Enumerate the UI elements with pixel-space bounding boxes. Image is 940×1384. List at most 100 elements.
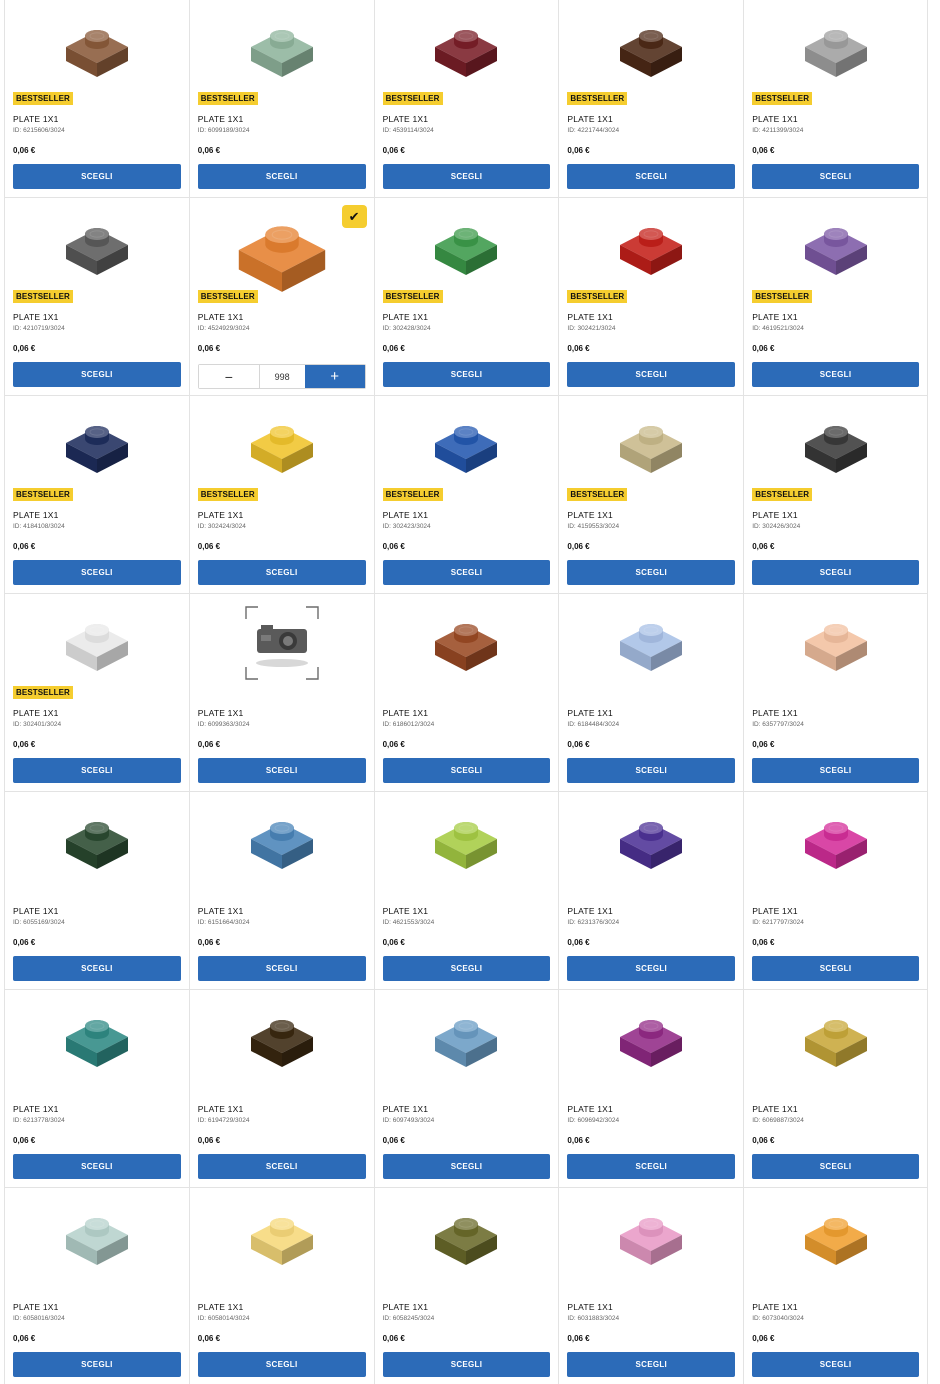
product-title[interactable]: PLATE 1X1	[752, 114, 798, 124]
product-title[interactable]: PLATE 1X1	[383, 708, 429, 718]
choose-button[interactable]: SCEGLI	[382, 362, 551, 387]
product-title[interactable]: PLATE 1X1	[752, 1104, 798, 1114]
product-card[interactable]: BESTSELLER PLATE 1X1 ID: 302421/3024 0,06 €…	[558, 198, 744, 396]
product-image[interactable]	[433, 613, 499, 673]
product-card[interactable]: BESTSELLER PLATE 1X1 ID: 302401/3024 0,06 €…	[4, 594, 189, 792]
choose-button[interactable]: SCEGLI	[13, 1352, 181, 1377]
choose-button[interactable]: SCEGLI	[13, 758, 181, 783]
product-card[interactable]: BESTSELLER PLATE 1X1 ID: 4619521/3024 0,06 …	[743, 198, 928, 396]
product-card[interactable]: BESTSELLER PLATE 1X1 ID: 6099189/3024 0,06 …	[188, 0, 374, 198]
product-card[interactable]: PLATE 1X1 ID: 6058016/3024 0,06 € SCEGLI	[4, 1188, 189, 1384]
choose-button[interactable]: SCEGLI	[752, 1352, 919, 1377]
product-image[interactable]	[249, 811, 315, 871]
choose-button[interactable]: SCEGLI	[197, 758, 366, 783]
product-title[interactable]: PLATE 1X1	[13, 312, 59, 322]
product-card[interactable]: PLATE 1X1 ID: 6058245/3024 0,06 € SCEGLI	[373, 1188, 559, 1384]
product-card[interactable]: BESTSELLER PLATE 1X1 ID: 302426/3024 0,06 €…	[743, 396, 928, 594]
product-card[interactable]: PLATE 1X1 ID: 6099363/3024 0,06 € SCEGLI	[188, 594, 374, 792]
product-title[interactable]: PLATE 1X1	[383, 1104, 429, 1114]
choose-button[interactable]: SCEGLI	[13, 164, 181, 189]
product-title[interactable]: PLATE 1X1	[567, 1104, 613, 1114]
product-title[interactable]: PLATE 1X1	[198, 510, 244, 520]
choose-button[interactable]: SCEGLI	[567, 362, 736, 387]
product-image[interactable]	[803, 217, 869, 277]
product-card[interactable]: PLATE 1X1 ID: 6069887/3024 0,06 € SCEGLI	[743, 990, 928, 1188]
choose-button[interactable]: SCEGLI	[197, 560, 366, 585]
product-image[interactable]	[618, 415, 684, 475]
product-card[interactable]: BESTSELLER PLATE 1X1 ID: 302423/3024 0,06 €…	[373, 396, 559, 594]
choose-button[interactable]: SCEGLI	[567, 164, 736, 189]
product-title[interactable]: PLATE 1X1	[383, 312, 429, 322]
product-image[interactable]	[803, 19, 869, 79]
product-image[interactable]	[433, 1207, 499, 1267]
product-card[interactable]: BESTSELLER PLATE 1X1 ID: 4210719/3024 0,06 …	[4, 198, 189, 396]
product-title[interactable]: PLATE 1X1	[13, 708, 59, 718]
product-image[interactable]	[64, 613, 130, 673]
product-image[interactable]	[64, 415, 130, 475]
product-title[interactable]: PLATE 1X1	[567, 906, 613, 916]
product-title[interactable]: PLATE 1X1	[752, 510, 798, 520]
quantity-stepper[interactable]: − 998 +	[197, 364, 366, 389]
choose-button[interactable]: SCEGLI	[752, 164, 919, 189]
product-image[interactable]	[618, 217, 684, 277]
product-title[interactable]: PLATE 1X1	[383, 906, 429, 916]
product-card[interactable]: BESTSELLER PLATE 1X1 ID: 6215606/3024 0,06 …	[4, 0, 189, 198]
product-title[interactable]: PLATE 1X1	[567, 114, 613, 124]
product-title[interactable]: PLATE 1X1	[198, 114, 244, 124]
choose-button[interactable]: SCEGLI	[567, 560, 736, 585]
choose-button[interactable]: SCEGLI	[382, 1154, 551, 1179]
product-title[interactable]: PLATE 1X1	[752, 312, 798, 322]
product-image[interactable]	[618, 19, 684, 79]
product-title[interactable]: PLATE 1X1	[567, 510, 613, 520]
product-card[interactable]: PLATE 1X1 ID: 6213778/3024 0,06 € SCEGLI	[4, 990, 189, 1188]
product-title[interactable]: PLATE 1X1	[567, 708, 613, 718]
product-card[interactable]: PLATE 1X1 ID: 6151664/3024 0,06 € SCEGLI	[188, 792, 374, 990]
product-card[interactable]: ✔ BESTSELLER PLATE 1X1 ID: 4524929/3024 0,06…	[188, 198, 374, 396]
product-image[interactable]	[64, 1009, 130, 1069]
product-card[interactable]: PLATE 1X1 ID: 6231376/3024 0,06 € SCEGLI	[558, 792, 744, 990]
product-title[interactable]: PLATE 1X1	[198, 1302, 244, 1312]
product-card[interactable]: BESTSELLER PLATE 1X1 ID: 4539114/3024 0,06 …	[373, 0, 559, 198]
product-image[interactable]	[618, 1009, 684, 1069]
choose-button[interactable]: SCEGLI	[752, 560, 919, 585]
product-title[interactable]: PLATE 1X1	[383, 114, 429, 124]
product-title[interactable]: PLATE 1X1	[198, 312, 244, 322]
product-image[interactable]	[64, 1207, 130, 1267]
choose-button[interactable]: SCEGLI	[752, 362, 919, 387]
product-title[interactable]: PLATE 1X1	[13, 510, 59, 520]
product-card[interactable]: BESTSELLER PLATE 1X1 ID: 4159553/3024 0,06 …	[558, 396, 744, 594]
product-title[interactable]: PLATE 1X1	[13, 114, 59, 124]
product-card[interactable]: PLATE 1X1 ID: 6031883/3024 0,06 € SCEGLI	[558, 1188, 743, 1384]
product-card[interactable]: BESTSELLER PLATE 1X1 ID: 4184108/3024 0,06 …	[4, 396, 189, 594]
product-image[interactable]	[433, 415, 499, 475]
choose-button[interactable]: SCEGLI	[382, 956, 551, 981]
choose-button[interactable]: SCEGLI	[567, 758, 736, 783]
product-title[interactable]: PLATE 1X1	[383, 510, 429, 520]
product-title[interactable]: PLATE 1X1	[752, 906, 798, 916]
product-title[interactable]: PLATE 1X1	[13, 1104, 59, 1114]
choose-button[interactable]: SCEGLI	[197, 1352, 366, 1377]
product-image[interactable]	[249, 1009, 315, 1069]
product-image[interactable]	[618, 811, 684, 871]
product-card[interactable]: PLATE 1X1 ID: 6097493/3024 0,06 € SCEGLI	[373, 990, 559, 1188]
choose-button[interactable]: SCEGLI	[567, 1352, 736, 1377]
product-image[interactable]	[803, 1009, 869, 1069]
product-image[interactable]	[236, 211, 328, 292]
choose-button[interactable]: SCEGLI	[197, 956, 366, 981]
product-image[interactable]	[64, 811, 130, 871]
choose-button[interactable]: SCEGLI	[567, 1154, 736, 1179]
product-image[interactable]	[249, 19, 315, 79]
product-card[interactable]: PLATE 1X1 ID: 6194729/3024 0,06 € SCEGLI	[188, 990, 374, 1188]
quantity-value[interactable]: 998	[258, 365, 305, 388]
product-card[interactable]: PLATE 1X1 ID: 6217797/3024 0,06 € SCEGLI	[743, 792, 928, 990]
product-card[interactable]: BESTSELLER PLATE 1X1 ID: 4221744/3024 0,06 …	[558, 0, 744, 198]
choose-button[interactable]: SCEGLI	[13, 362, 181, 387]
choose-button[interactable]: SCEGLI	[567, 956, 736, 981]
product-title[interactable]: PLATE 1X1	[13, 906, 59, 916]
product-image[interactable]	[433, 1009, 499, 1069]
choose-button[interactable]: SCEGLI	[13, 956, 181, 981]
product-image[interactable]	[64, 217, 130, 277]
product-card[interactable]: PLATE 1X1 ID: 4621553/3024 0,06 € SCEGLI	[373, 792, 559, 990]
product-image[interactable]	[433, 19, 499, 79]
product-card[interactable]: PLATE 1X1 ID: 6186012/3024 0,06 € SCEGLI	[373, 594, 559, 792]
